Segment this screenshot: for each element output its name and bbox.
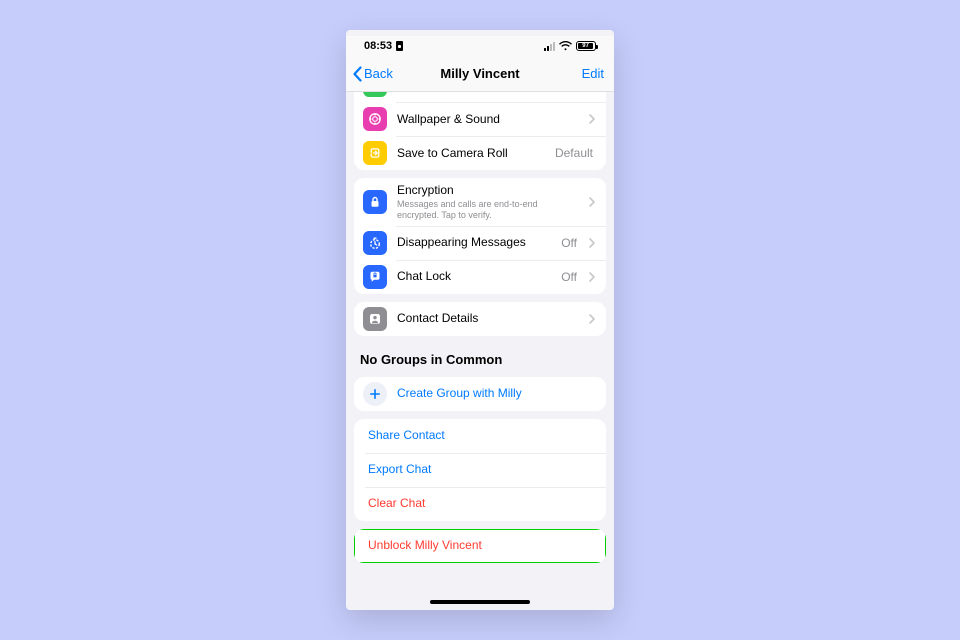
chevron-right-icon [589, 314, 595, 324]
row-contact-details[interactable]: Contact Details [354, 302, 606, 336]
back-button[interactable]: Back [352, 66, 393, 82]
row-save-camera-roll[interactable]: Save to Camera Roll Default [354, 136, 606, 170]
wifi-icon [559, 41, 572, 51]
home-indicator [430, 600, 530, 604]
contact-details-label: Contact Details [397, 311, 579, 326]
chevron-right-icon [589, 114, 595, 124]
row-unblock[interactable]: Unblock Milly Vincent [354, 529, 606, 563]
timer-icon [363, 231, 387, 255]
unblock-label: Unblock Milly Vincent [368, 538, 595, 553]
save-label: Save to Camera Roll [397, 146, 545, 161]
encryption-label: Encryption [397, 183, 454, 197]
contact-icon [363, 307, 387, 331]
chevron-right-icon [589, 238, 595, 248]
nav-bar: Back Milly Vincent Edit [346, 56, 614, 92]
phone-frame: 08:53 97 Back Milly Vincent Edit [346, 30, 614, 610]
card-icon [395, 41, 404, 51]
status-time: 08:53 [364, 40, 392, 52]
lock-icon [363, 190, 387, 214]
encryption-sub: Messages and calls are end-to-end encryp… [397, 199, 579, 221]
row-hidden[interactable] [354, 92, 606, 102]
groups-header: No Groups in Common [346, 344, 614, 369]
create-group-label: Create Group with Milly [397, 386, 595, 401]
signal-icon [544, 42, 555, 51]
battery-icon: 97 [576, 41, 596, 51]
edit-button[interactable]: Edit [582, 66, 604, 81]
row-clear-chat[interactable]: Clear Chat [354, 487, 606, 521]
settings-group-contact: Contact Details [354, 302, 606, 336]
save-detail: Default [555, 146, 593, 160]
row-create-group[interactable]: Create Group with Milly [354, 377, 606, 411]
status-bar: 08:53 97 [346, 36, 614, 56]
export-chat-label: Export Chat [368, 462, 595, 477]
chevron-left-icon [352, 66, 364, 82]
settings-group-privacy: Encryption Messages and calls are end-to… [354, 178, 606, 294]
clear-chat-label: Clear Chat [368, 496, 595, 511]
row-share-contact[interactable]: Share Contact [354, 419, 606, 453]
wallpaper-icon [363, 107, 387, 131]
chat-lock-icon [363, 265, 387, 289]
settings-group-unblock: Unblock Milly Vincent [354, 529, 606, 563]
disappearing-label: Disappearing Messages [397, 235, 551, 250]
hidden-icon [363, 92, 387, 97]
settings-group-appearance: Wallpaper & Sound Save to Camera Roll De… [354, 92, 606, 170]
content: Wallpaper & Sound Save to Camera Roll De… [346, 92, 614, 596]
row-wallpaper-sound[interactable]: Wallpaper & Sound [354, 102, 606, 136]
nav-title: Milly Vincent [440, 66, 519, 81]
plus-icon [363, 382, 387, 406]
row-disappearing-messages[interactable]: Disappearing Messages Off [354, 226, 606, 260]
row-export-chat[interactable]: Export Chat [354, 453, 606, 487]
chatlock-detail: Off [561, 270, 577, 284]
row-chat-lock[interactable]: Chat Lock Off [354, 260, 606, 294]
disappearing-detail: Off [561, 236, 577, 250]
save-icon [363, 141, 387, 165]
chevron-right-icon [589, 197, 595, 207]
row-encryption[interactable]: Encryption Messages and calls are end-to… [354, 178, 606, 226]
chevron-right-icon [589, 272, 595, 282]
chatlock-label: Chat Lock [397, 269, 551, 284]
back-label: Back [364, 66, 393, 81]
settings-group-actions: Share Contact Export Chat Clear Chat [354, 419, 606, 521]
settings-group-newgroup: Create Group with Milly [354, 377, 606, 411]
wallpaper-label: Wallpaper & Sound [397, 112, 579, 127]
share-contact-label: Share Contact [368, 428, 595, 443]
